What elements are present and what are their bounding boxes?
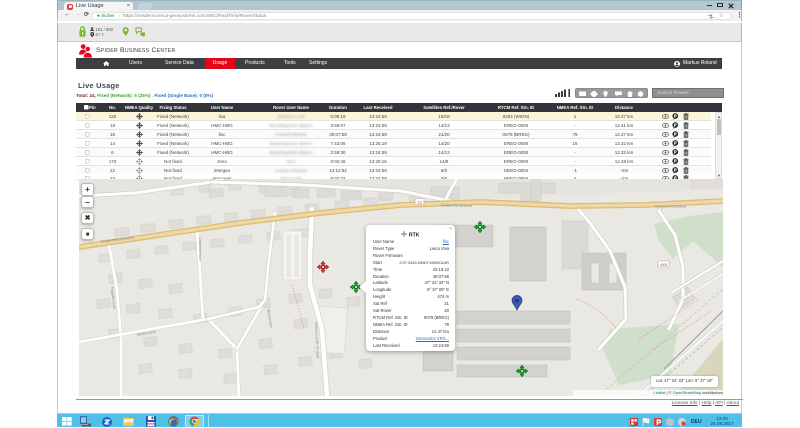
svg-text:Galgscherstrasse: Galgscherstrasse <box>655 204 687 209</box>
svg-text:13: 13 <box>417 199 422 204</box>
svg-text:Lindenstrasse: Lindenstrasse <box>198 237 202 261</box>
svg-text:445: 445 <box>660 262 667 267</box>
